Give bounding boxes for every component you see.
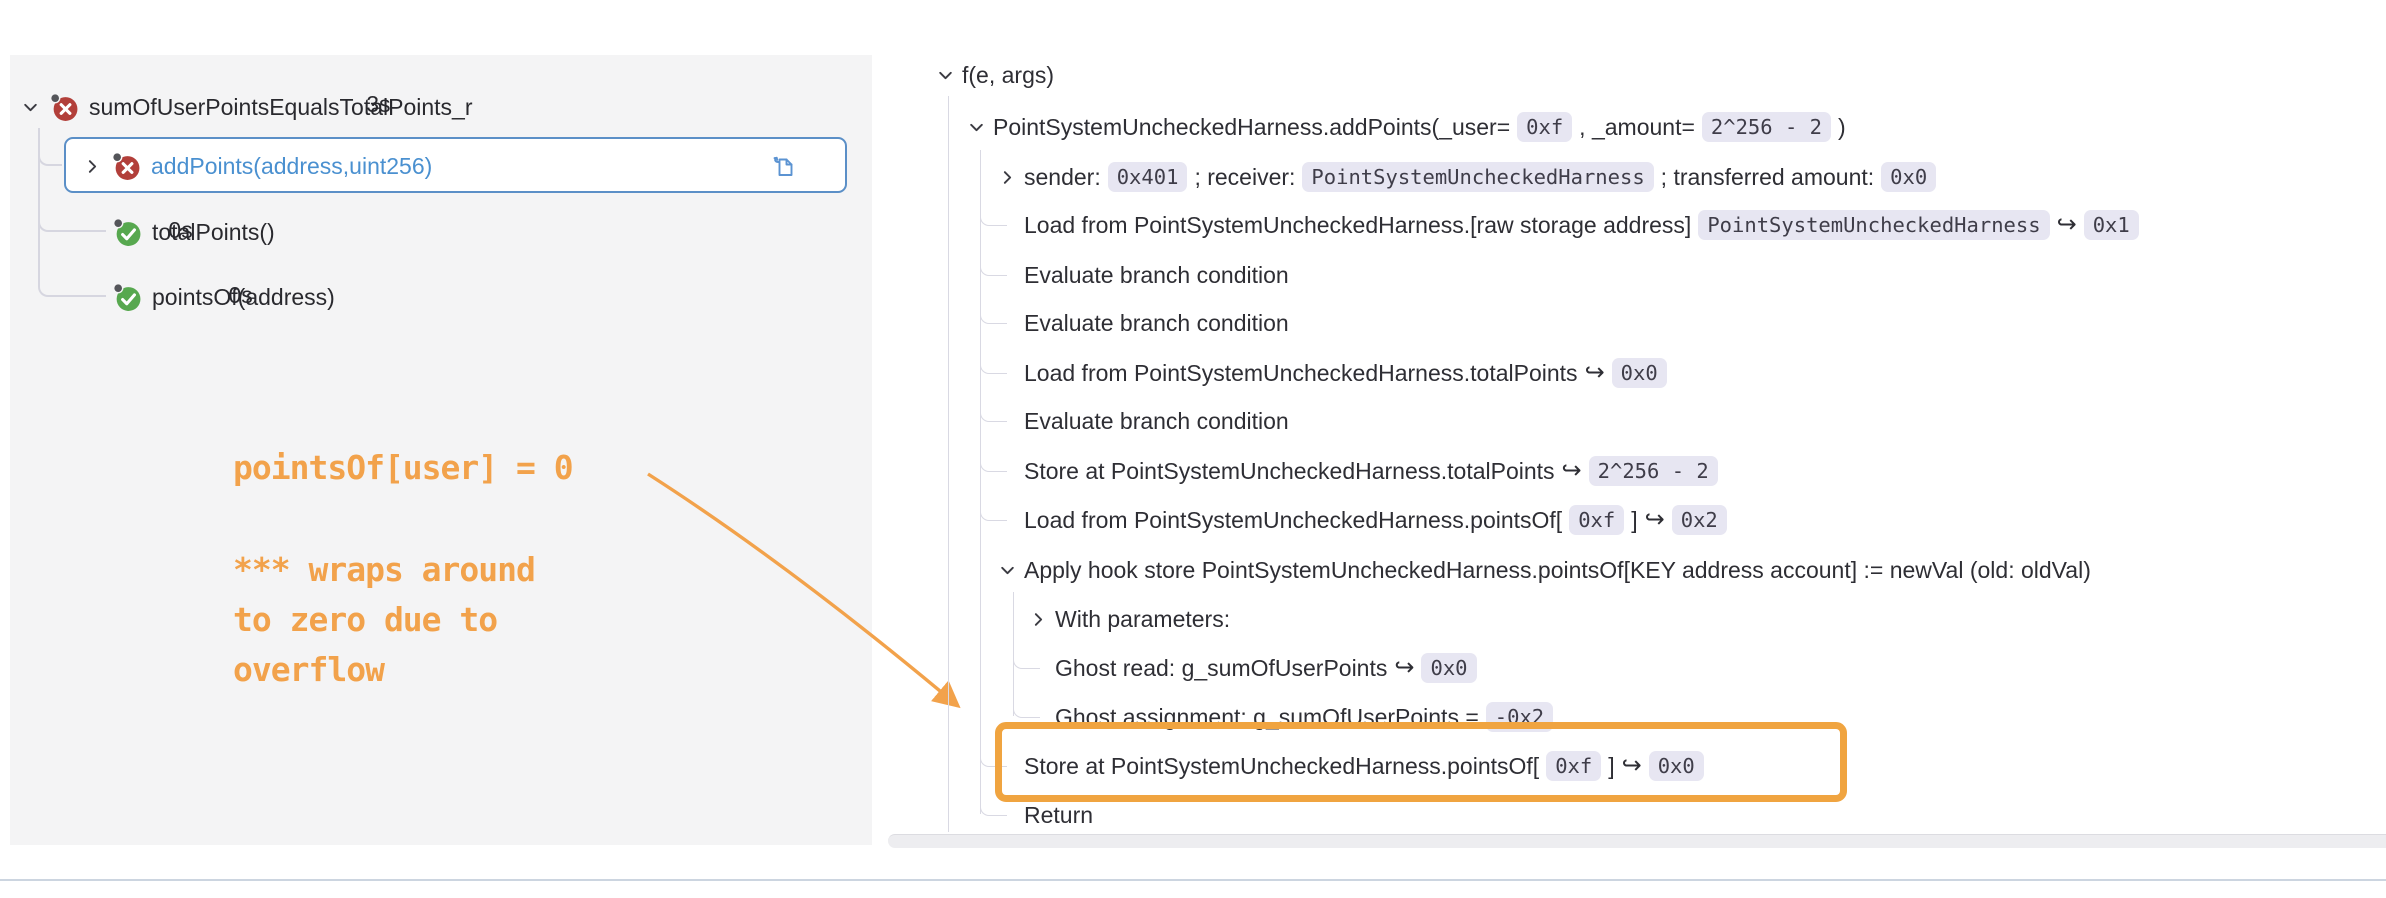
trace-row[interactable]: Ghost read: g_sumOfUserPoints ↪ 0x0: [1028, 650, 1477, 686]
value-badge: 0x1: [2084, 210, 2139, 240]
trace-row[interactable]: Evaluate branch condition: [997, 305, 1289, 341]
marker-spacer: [1028, 658, 1048, 678]
certora-call-trace-screen: sumOfUserPointsEqualsTotalPoints_r 3s ad…: [0, 0, 2386, 898]
tree-elbow-line: [38, 202, 106, 232]
trace-text: ; receiver:: [1194, 164, 1295, 191]
chevron-down-icon[interactable]: [20, 97, 40, 117]
trace-row[interactable]: With parameters:: [1028, 601, 1230, 637]
trace-row[interactable]: Apply hook store PointSystemUncheckedHar…: [997, 552, 2091, 588]
value-badge: 0x0: [1881, 162, 1936, 192]
status-fail-icon: [112, 152, 141, 181]
trace-text: Load from PointSystemUncheckedHarness.[r…: [1024, 212, 1691, 239]
hook-arrow-icon: ↪: [1562, 459, 1582, 483]
value-badge: PointSystemUncheckedHarness: [1302, 162, 1653, 192]
trace-text: Apply hook store PointSystemUncheckedHar…: [1024, 557, 2091, 584]
value-badge: 0x0: [1612, 358, 1667, 388]
chevron-down-icon[interactable]: [935, 65, 955, 85]
value-badge: 0xf: [1517, 112, 1572, 142]
trace-row[interactable]: sender: 0x401; receiver: PointSystemUnchec…: [997, 159, 1936, 195]
trace-text: ]: [1631, 507, 1637, 534]
marker-spacer: [997, 510, 1017, 530]
trace-text: Load from PointSystemUncheckedHarness.po…: [1024, 507, 1562, 534]
annotation-heading: pointsOf[user] = 0: [233, 448, 573, 487]
trace-text: Return: [1024, 802, 1093, 829]
copy-icon[interactable]: [769, 152, 797, 180]
value-badge: 0x401: [1108, 162, 1188, 192]
trace-row[interactable]: f(e, args): [935, 57, 1054, 93]
value-badge: 0x0: [1421, 653, 1476, 683]
trace-text: Evaluate branch condition: [1024, 262, 1289, 289]
value-badge: 0x2: [1672, 505, 1727, 535]
rule-label: sumOfUserPointsEqualsTotalPoints_r: [89, 94, 473, 121]
tree-elbow-line: [38, 136, 62, 166]
trace-text: PointSystemUncheckedHarness.addPoints(_u…: [993, 114, 1510, 141]
trace-text: Ghost read: g_sumOfUserPoints: [1055, 655, 1387, 682]
trace-row[interactable]: Store at PointSystemUncheckedHarness.tot…: [997, 453, 1718, 489]
marker-spacer: [997, 363, 1017, 383]
marker-spacer: [997, 265, 1017, 285]
trace-text: f(e, args): [962, 62, 1054, 89]
rule-row-addpoints-selected[interactable]: addPoints(address,uint256): [64, 137, 847, 193]
hook-arrow-icon: ↪: [1394, 656, 1414, 680]
horizontal-scrollbar[interactable]: [888, 834, 2386, 848]
trace-text: With parameters:: [1055, 606, 1230, 633]
chevron-right-icon[interactable]: [997, 167, 1017, 187]
marker-spacer: [997, 215, 1017, 235]
hook-arrow-icon: ↪: [1585, 361, 1605, 385]
value-badge: 0xf: [1569, 505, 1624, 535]
chevron-right-icon[interactable]: [82, 156, 102, 176]
trace-text: Load from PointSystemUncheckedHarness.to…: [1024, 360, 1578, 387]
value-badge: 2^256 - 2: [1702, 112, 1831, 142]
status-pass-icon: [113, 283, 142, 312]
hook-arrow-icon: ↪: [2057, 213, 2077, 237]
highlight-box: [995, 722, 1847, 802]
status-fail-icon: [50, 93, 79, 122]
rule-row-totalpoints[interactable]: totalPoints() 0s: [113, 212, 275, 252]
chevron-down-icon[interactable]: [966, 117, 986, 137]
trace-text: ; transferred amount:: [1661, 164, 1875, 191]
chevron-right-icon[interactable]: [1028, 609, 1048, 629]
rule-row-sum-of-user-points[interactable]: sumOfUserPointsEqualsTotalPoints_r 3s: [20, 87, 473, 127]
marker-spacer: [997, 805, 1017, 825]
status-pass-icon: [113, 218, 142, 247]
trace-row[interactable]: PointSystemUncheckedHarness.addPoints(_u…: [966, 109, 1846, 145]
page-bottom-divider: [0, 879, 2386, 881]
tree-elbow-line: [38, 267, 106, 297]
trace-guide-line: [948, 96, 949, 832]
trace-row[interactable]: Evaluate branch condition: [997, 257, 1289, 293]
value-badge: 2^256 - 2: [1589, 456, 1718, 486]
trace-row[interactable]: Evaluate branch condition: [997, 403, 1289, 439]
chevron-down-icon[interactable]: [997, 560, 1017, 580]
marker-spacer: [997, 411, 1017, 431]
rule-row-pointsof[interactable]: pointsOf(address) 0s: [113, 277, 335, 317]
marker-spacer: [997, 461, 1017, 481]
duration-label: 3s: [366, 91, 390, 118]
trace-text: Evaluate branch condition: [1024, 310, 1289, 337]
value-badge: PointSystemUncheckedHarness: [1698, 210, 2049, 240]
trace-text: ): [1838, 114, 1846, 141]
marker-spacer: [997, 313, 1017, 333]
trace-text: sender:: [1024, 164, 1101, 191]
trace-text: Evaluate branch condition: [1024, 408, 1289, 435]
trace-row[interactable]: Return: [997, 797, 1093, 833]
annotation-note: *** wraps around to zero due to overflow: [233, 545, 535, 695]
trace-row[interactable]: Load from PointSystemUncheckedHarness.[r…: [997, 207, 2139, 243]
trace-text: , _amount=: [1579, 114, 1695, 141]
trace-row[interactable]: Load from PointSystemUncheckedHarness.po…: [997, 502, 1727, 538]
trace-text: Store at PointSystemUncheckedHarness.tot…: [1024, 458, 1555, 485]
duration-label: 0s: [168, 217, 192, 244]
hook-arrow-icon: ↪: [1645, 508, 1665, 532]
rule-label: addPoints(address,uint256): [151, 153, 432, 180]
duration-label: 0s: [229, 282, 253, 309]
trace-row[interactable]: Load from PointSystemUncheckedHarness.to…: [997, 355, 1667, 391]
